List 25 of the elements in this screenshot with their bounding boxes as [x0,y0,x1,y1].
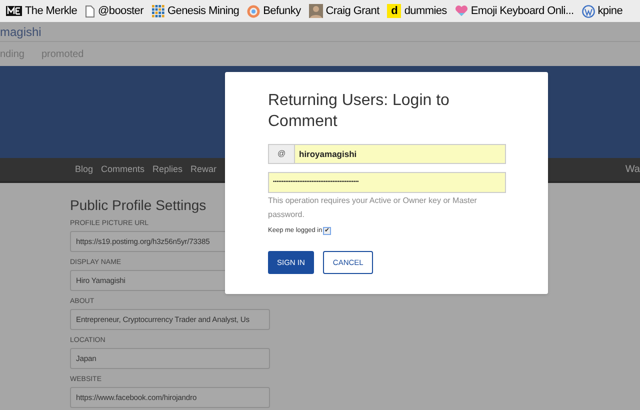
nav-tab[interactable]: Comments [101,162,145,176]
bookmark-link[interactable]: The Merkle [6,2,78,20]
bookmark-link[interactable]: Befunky [247,2,301,20]
username-field[interactable]: @ hiroyamagishi [268,144,506,164]
nav-tab[interactable]: Replies [152,162,183,176]
logo-icon [6,6,22,16]
hint-text: This operation requires your Active or Owner key or Master password. [268,195,478,221]
section-title: Public Profile Settings [70,196,206,215]
nav-tab[interactable]: Wa [625,162,640,177]
logo-icon: d [387,4,402,18]
bookmark-link[interactable]: d dummies [387,2,447,20]
bookmark-link[interactable]: @booster [85,2,144,20]
heart-icon [454,5,468,17]
bookmark-link[interactable]: Emoji Keyboard Onli... [454,2,574,20]
avatar-icon [308,4,323,18]
bookmark-link[interactable]: Craig Grant [308,2,380,20]
at-prefix: @ [269,145,295,163]
document-icon [85,4,96,18]
ring-icon [247,4,260,18]
nav-tab[interactable]: Blog [75,162,94,176]
nav-tab[interactable]: Rewar [190,162,217,176]
dialog-title: Returning Users: Login to Comment [268,91,450,132]
bookmark-link[interactable]: kpine [582,2,623,20]
bookmark-link[interactable]: Genesis Mining [152,2,240,20]
grid-icon [152,4,164,18]
